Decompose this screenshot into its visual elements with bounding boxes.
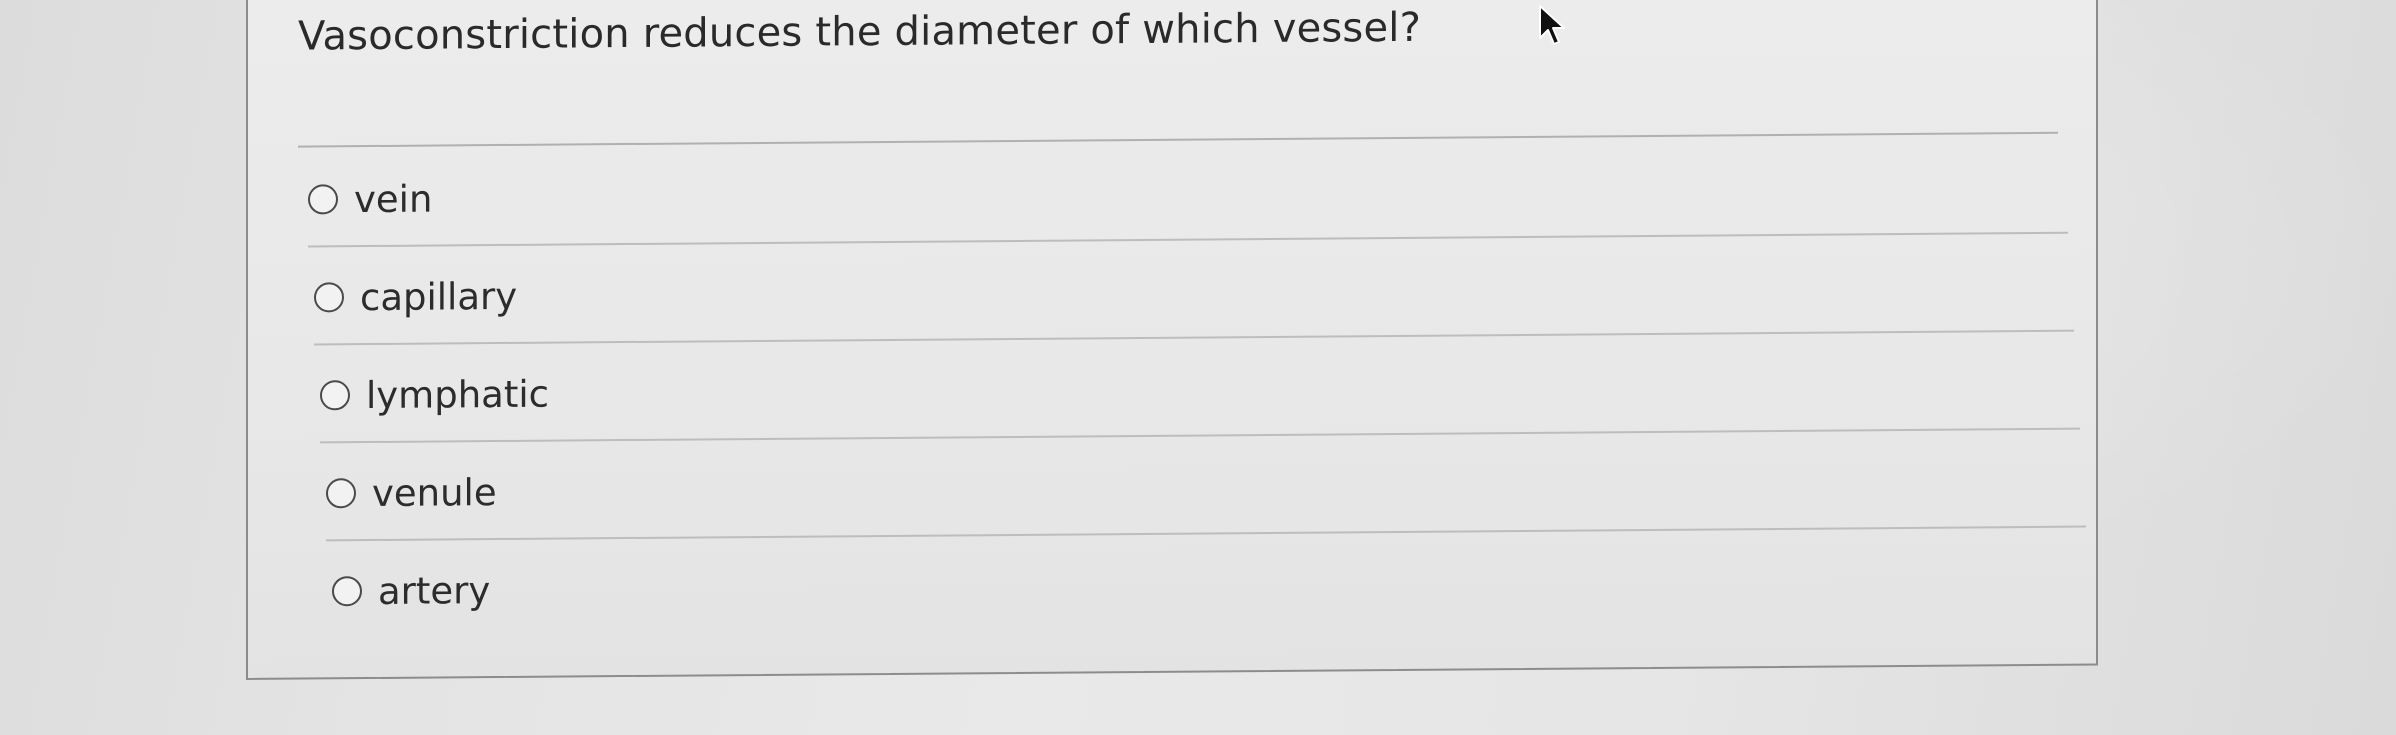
option-label[interactable]: artery	[378, 569, 490, 613]
option-capillary[interactable]: capillary	[314, 236, 2074, 346]
option-vein[interactable]: vein	[308, 138, 2068, 248]
mouse-pointer-icon	[1539, 5, 1565, 45]
option-lymphatic[interactable]: lymphatic	[320, 334, 2080, 444]
option-artery[interactable]: artery	[332, 530, 2092, 640]
option-label[interactable]: venule	[372, 471, 497, 515]
question-text: Vasoconstriction reduces the diameter of…	[298, 4, 1422, 60]
option-label[interactable]: capillary	[360, 274, 517, 318]
radio-unchecked-icon[interactable]	[332, 576, 362, 607]
radio-unchecked-icon[interactable]	[308, 184, 338, 215]
option-label[interactable]: vein	[354, 177, 432, 221]
option-venule[interactable]: venule	[326, 432, 2086, 542]
radio-unchecked-icon[interactable]	[314, 282, 344, 313]
question-card: Vasoconstriction reduces the diameter of…	[246, 0, 2098, 681]
radio-unchecked-icon[interactable]	[326, 478, 356, 509]
option-label[interactable]: lymphatic	[366, 372, 549, 416]
radio-unchecked-icon[interactable]	[320, 380, 350, 411]
